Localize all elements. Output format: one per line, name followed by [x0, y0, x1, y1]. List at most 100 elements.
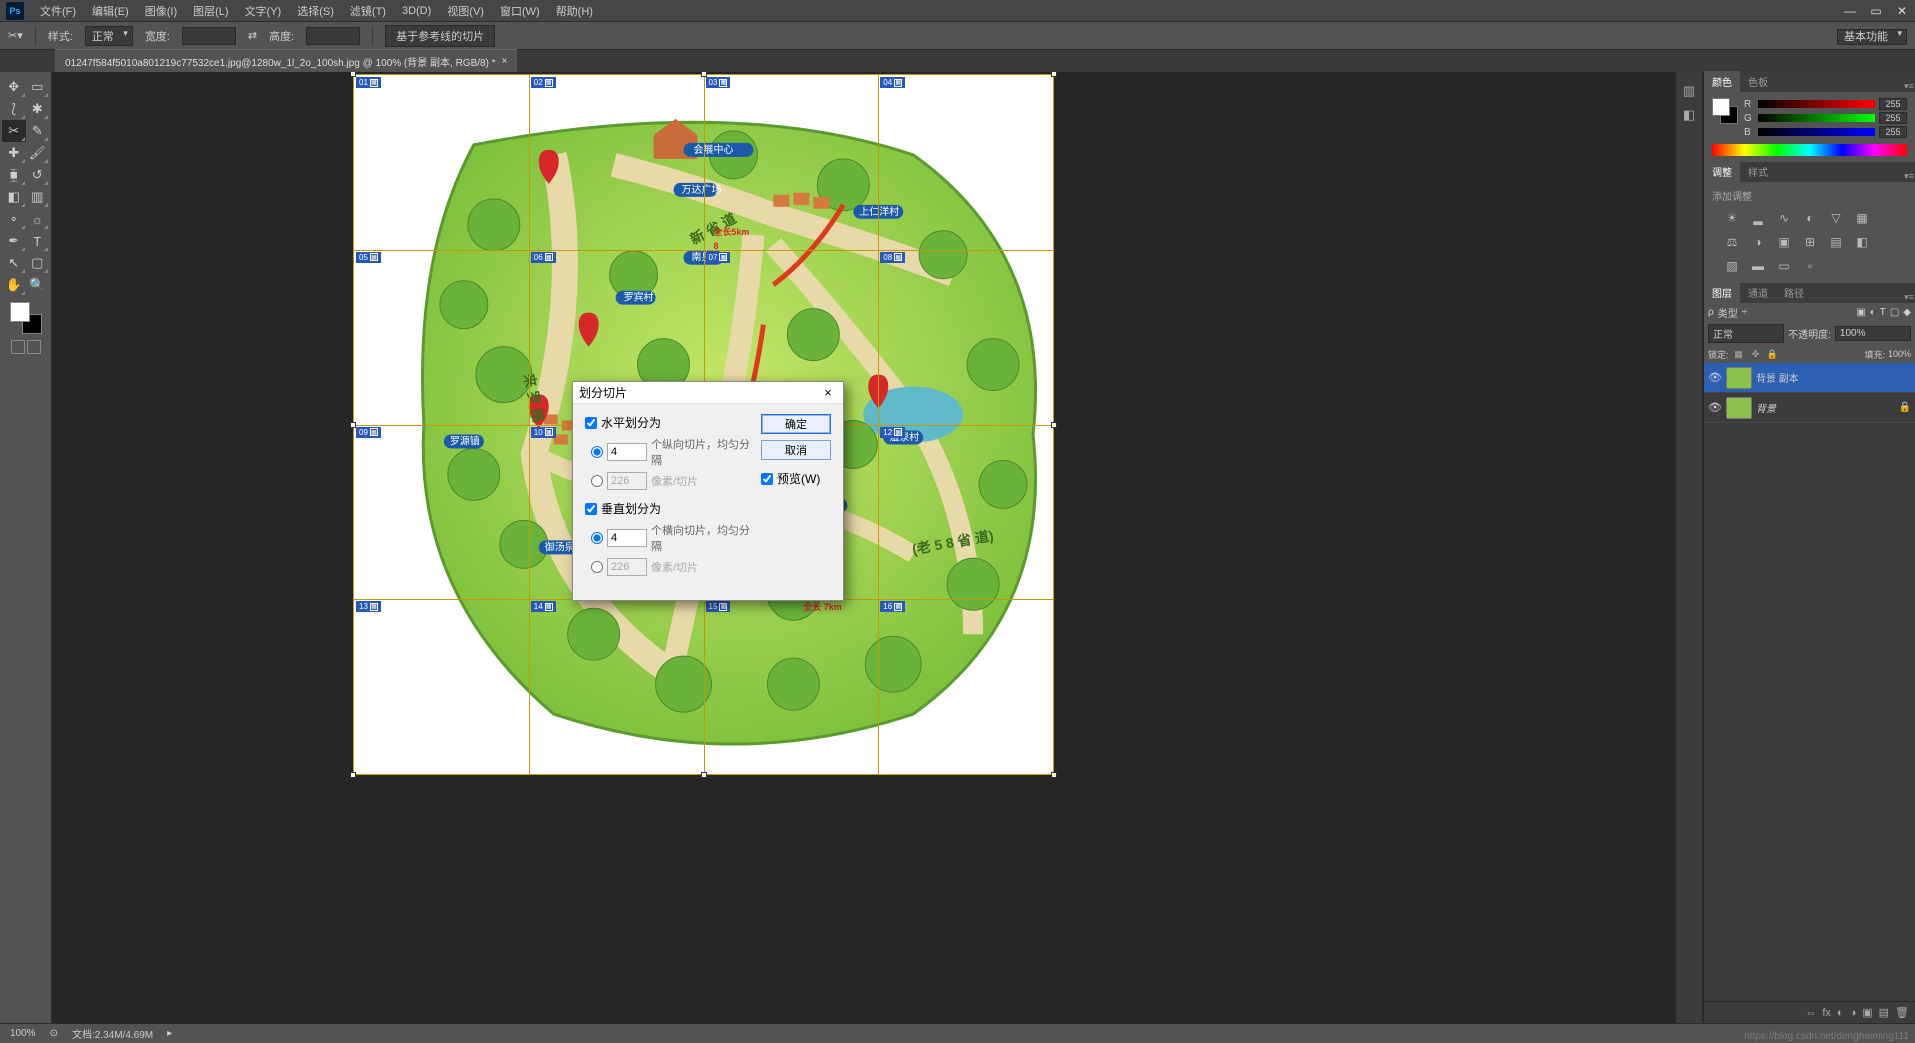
slice-badge[interactable]: 05▦ — [356, 252, 381, 263]
filter-img-icon[interactable]: ▣ — [1856, 307, 1865, 318]
red-slider[interactable] — [1758, 100, 1875, 108]
style-dropdown[interactable]: 正常 — [85, 26, 133, 46]
horizontal-divide-checkbox[interactable]: 水平划分为 — [585, 414, 751, 431]
window-maximize-button[interactable]: ▭ — [1863, 1, 1889, 21]
panel-flyout-icon[interactable]: ▾≡ — [1903, 171, 1915, 182]
horizontal-slices-radio[interactable]: 个纵向切片，均匀分隔 — [591, 436, 751, 468]
dialog-close-icon[interactable]: × — [819, 385, 837, 400]
levels-icon[interactable]: ▂ — [1748, 209, 1768, 227]
blur-tool[interactable]: ∘ — [2, 208, 26, 230]
history-panel-icon[interactable]: ▥ — [1678, 80, 1700, 102]
horizontal-pixels-radio[interactable]: 像素/切片 — [591, 472, 751, 490]
brightness-icon[interactable]: ☀ — [1722, 209, 1742, 227]
green-slider[interactable] — [1758, 114, 1875, 122]
bw-icon[interactable]: ◑ — [1748, 233, 1768, 251]
slice-badge[interactable]: 02▦ — [531, 77, 556, 88]
color-spectrum[interactable] — [1712, 144, 1907, 156]
color-balance-icon[interactable]: ⚖ — [1722, 233, 1742, 251]
color-swatches[interactable] — [10, 302, 42, 334]
quickmask-mode-icon[interactable] — [27, 340, 41, 354]
stamp-tool[interactable]: ⧯ — [2, 164, 26, 186]
menu-3d[interactable]: 3D(D) — [394, 5, 439, 17]
marquee-tool[interactable]: ▭ — [26, 76, 50, 98]
channel-mixer-icon[interactable]: ⊞ — [1800, 233, 1820, 251]
swap-wh-icon[interactable]: ⇄ — [248, 29, 257, 42]
lock-all-icon[interactable]: 🔒 — [1766, 347, 1780, 361]
panel-flyout-icon[interactable]: ▾≡ — [1903, 81, 1915, 92]
exposure-icon[interactable]: ◐ — [1800, 209, 1820, 227]
slice-badge[interactable]: 06▦ — [531, 252, 556, 263]
lasso-tool[interactable]: ⟅ — [2, 98, 26, 120]
tab-styles[interactable]: 样式 — [1740, 161, 1776, 182]
menu-layer[interactable]: 图层(L) — [185, 3, 236, 19]
dialog-titlebar[interactable]: 划分切片 × — [573, 382, 843, 404]
brush-tool[interactable]: 🖌 — [26, 142, 50, 164]
properties-panel-icon[interactable]: ◧ — [1678, 104, 1700, 126]
link-layers-icon[interactable]: ⇔ — [1805, 1007, 1816, 1019]
menu-file[interactable]: 文件(F) — [32, 3, 84, 19]
healing-tool[interactable]: ✚ — [2, 142, 26, 164]
window-minimize-button[interactable]: — — [1837, 1, 1863, 21]
window-close-button[interactable]: ✕ — [1889, 1, 1915, 21]
slice-badge[interactable]: 13▦ — [356, 601, 381, 612]
eraser-tool[interactable]: ◧ — [2, 186, 26, 208]
zoom-level[interactable]: 100% — [10, 1028, 36, 1039]
move-tool[interactable]: ✥ — [2, 76, 26, 98]
layer-row[interactable]: 👁 背景 🔒 — [1704, 393, 1915, 423]
mini-swatches[interactable] — [1712, 98, 1738, 124]
invert-icon[interactable]: ◧ — [1852, 233, 1872, 251]
tab-paths[interactable]: 路径 — [1776, 282, 1812, 303]
status-arrow-icon[interactable]: ⊙ — [50, 1028, 58, 1039]
gradient-map-icon[interactable]: ▭ — [1774, 257, 1794, 275]
vertical-slices-radio[interactable]: 个横向切片，均匀分隔 — [591, 522, 751, 554]
zoom-tool[interactable]: 🔍 — [26, 274, 50, 296]
slice-badge[interactable]: 14▦ — [531, 601, 556, 612]
adjustment-layer-icon[interactable]: ◑ — [1850, 1007, 1857, 1019]
hand-tool[interactable]: ✋ — [2, 274, 26, 296]
layer-name[interactable]: 背景 — [1756, 400, 1776, 415]
menu-help[interactable]: 帮助(H) — [548, 3, 601, 19]
new-layer-icon[interactable]: ▤ — [1879, 1006, 1889, 1019]
slice-badge[interactable]: 08▦ — [880, 252, 905, 263]
filter-shape-icon[interactable]: ▢ — [1890, 307, 1899, 318]
filter-smart-icon[interactable]: ◆ — [1903, 307, 1911, 318]
height-field[interactable] — [306, 27, 360, 45]
slice-badge[interactable]: 16▦ — [880, 601, 905, 612]
layer-mask-icon[interactable]: ◐ — [1837, 1007, 1844, 1019]
layer-name[interactable]: 背景 副本 — [1756, 370, 1799, 385]
green-value[interactable]: 255 — [1879, 112, 1907, 124]
slice-from-guides-button[interactable]: 基于参考线的切片 — [385, 25, 495, 47]
slice-badge[interactable]: 09▦ — [356, 427, 381, 438]
blue-slider[interactable] — [1758, 128, 1875, 136]
tab-channels[interactable]: 通道 — [1740, 282, 1776, 303]
horizontal-slices-field[interactable] — [607, 443, 647, 461]
menu-edit[interactable]: 编辑(E) — [84, 3, 137, 19]
status-flyout-icon[interactable]: ▸ — [167, 1028, 172, 1039]
vertical-pixels-radio[interactable]: 像素/切片 — [591, 558, 751, 576]
slice-badge[interactable]: 15▦ — [706, 601, 731, 612]
slice-badge[interactable]: 03▦ — [706, 77, 731, 88]
close-tab-icon[interactable]: × — [502, 56, 508, 67]
lookup-icon[interactable]: ▤ — [1826, 233, 1846, 251]
threshold-icon[interactable]: ▬ — [1748, 257, 1768, 275]
tool-preset-icon[interactable]: ✂▾ — [8, 29, 23, 42]
blend-mode-dropdown[interactable]: 正常 — [1708, 324, 1784, 343]
hue-sat-icon[interactable]: ▦ — [1852, 209, 1872, 227]
visibility-icon[interactable]: 👁 — [1708, 401, 1722, 414]
posterize-icon[interactable]: ▨ — [1722, 257, 1742, 275]
fill-field[interactable]: 100% — [1888, 349, 1911, 359]
vertical-divide-checkbox[interactable]: 垂直划分为 — [585, 500, 751, 517]
layer-row[interactable]: 👁 背景 副本 — [1704, 363, 1915, 393]
layer-thumb[interactable] — [1726, 367, 1752, 389]
cancel-button[interactable]: 取消 — [761, 440, 831, 460]
gradient-tool[interactable]: ▥ — [26, 186, 50, 208]
layer-thumb[interactable] — [1726, 397, 1752, 419]
red-value[interactable]: 255 — [1879, 98, 1907, 110]
type-tool[interactable]: T — [26, 230, 50, 252]
tab-color[interactable]: 颜色 — [1704, 71, 1740, 92]
tab-layers[interactable]: 图层 — [1704, 282, 1740, 303]
delete-layer-icon[interactable]: 🗑 — [1895, 1006, 1909, 1019]
shape-tool[interactable]: ▢ — [26, 252, 50, 274]
vibrance-icon[interactable]: ▽ — [1826, 209, 1846, 227]
selective-color-icon[interactable]: ▫ — [1800, 257, 1820, 275]
